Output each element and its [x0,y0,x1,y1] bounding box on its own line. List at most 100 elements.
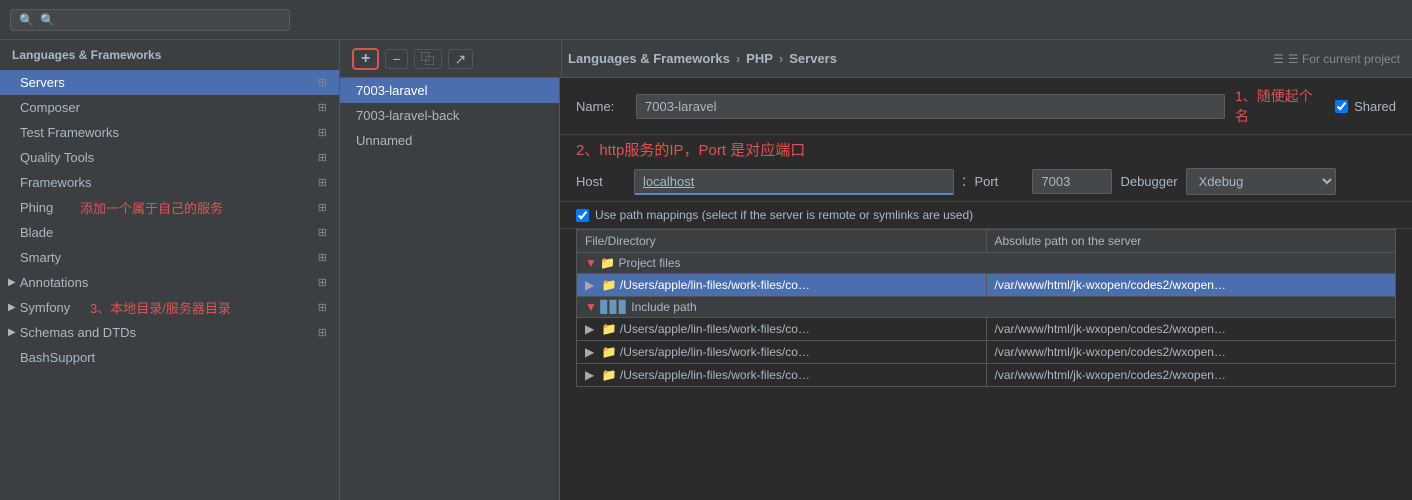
sidebar-icon-schemas: ⊞ [318,326,327,339]
folder-icon-project: 📁 [600,256,615,270]
sidebar-icon-phing: ⊞ [318,201,327,214]
sidebar-item-frameworks[interactable]: Frameworks ⊞ [0,170,339,195]
sidebar-item-quality-tools[interactable]: Quality Tools ⊞ [0,145,339,170]
play-icon: ▶ [585,278,594,292]
section-include-path[interactable]: ▼ ▊▊▊ Include path [577,297,1396,318]
host-label: Host [576,174,626,189]
play-icon-2: ▶ [585,368,594,382]
sidebar-item-label: Composer [20,100,80,115]
include-remote-0: /var/www/html/jk-wxopen/codes2/wxopen… [986,318,1396,341]
annotation-add-server: 添加一个属于自己的服务 [80,198,223,217]
path-mapping-checkbox[interactable] [576,209,589,222]
sidebar-item-label: Blade [20,225,53,240]
config-panel: Name: 1、随便起个名 Shared 2、http服务的IP，Port 是对… [560,78,1412,500]
include-remote-1: /var/www/html/jk-wxopen/codes2/wxopen… [986,341,1396,364]
sidebar-icon-frameworks: ⊞ [318,176,327,189]
sidebar-item-label: Frameworks [20,175,92,190]
host-input[interactable] [634,169,954,195]
play-icon-1: ▶ [585,345,594,359]
sidebar-item-bashsupport[interactable]: BashSupport [0,345,339,370]
section-project-files[interactable]: ▼ 📁 Project files [577,253,1396,274]
sidebar-item-label: Schemas and DTDs [20,325,136,340]
debugger-select[interactable]: Xdebug [1186,168,1336,195]
remove-server-button[interactable]: − [385,49,407,69]
main-split: Languages & Frameworks Servers ⊞ Compose… [0,40,1412,500]
sidebar-item-label: Quality Tools [20,150,94,165]
play-icon-0: ▶ [585,322,594,336]
sidebar-item-annotations[interactable]: ▶ Annotations ⊞ [0,270,339,295]
sidebar-item-label: Annotations [20,275,89,290]
server-item-7003-laravel[interactable]: 7003-laravel [340,78,559,103]
include-row-2[interactable]: ▶ 📁 /Users/apple/lin-files/work-files/co… [577,364,1396,387]
sidebar-icon-blade: ⊞ [318,226,327,239]
expand-icon-symfony: ▶ [8,302,16,313]
sidebar-icon-smarty: ⊞ [318,251,327,264]
sidebar-icon-test: ⊞ [318,126,327,139]
include-row-1[interactable]: ▶ 📁 /Users/apple/lin-files/work-files/co… [577,341,1396,364]
folder-icon-inc0: 📁 [602,322,617,336]
port-label: Port [974,174,1024,189]
server-list-panel: 7003-laravel 7003-laravel-back Unnamed [340,78,560,500]
port-input[interactable] [1032,169,1112,194]
project-files-label: Project files [619,256,681,270]
shared-label: Shared [1354,99,1396,114]
colon-separator: : [962,173,966,191]
copy-server-button[interactable]: ⿻ [414,49,442,69]
name-label: Name: [576,99,626,114]
name-input[interactable] [636,94,1225,119]
folder-icon-inc2: 📁 [602,368,617,382]
project-label: ☰ For current project [1288,52,1400,66]
server-item-unnamed[interactable]: Unnamed [340,128,559,153]
debugger-label: Debugger [1120,174,1177,189]
sidebar-item-symfony[interactable]: ▶ Symfony ⊞ 3、本地目录/服务器目录 [0,295,339,320]
expand-icon-schemas: ▶ [8,327,16,338]
sidebar-title: Languages & Frameworks [0,40,339,70]
shared-checkbox[interactable] [1335,100,1348,113]
sidebar-item-blade[interactable]: Blade ⊞ [0,220,339,245]
include-path-label: Include path [631,300,696,314]
include-local-0: ▶ 📁 /Users/apple/lin-files/work-files/co… [577,318,987,341]
expand-icon-annotations: ▶ [8,277,16,288]
expand-icon-project: ▼ [585,256,597,270]
server-list: 7003-laravel 7003-laravel-back Unnamed [340,78,559,500]
breadcrumb-part3: Servers [789,51,837,66]
col-header-path: Absolute path on the server [986,230,1396,253]
sidebar-item-composer[interactable]: Composer ⊞ [0,95,339,120]
annotation-http: 2、http服务的IP，Port 是对应端口 [576,142,805,159]
breadcrumb: Languages & Frameworks › PHP › Servers [568,51,837,66]
sidebar-item-label: BashSupport [20,350,95,365]
sidebar-item-schemas[interactable]: ▶ Schemas and DTDs ⊞ [0,320,339,345]
add-server-button[interactable]: + [352,48,379,70]
breadcrumb-sep1: › [736,51,740,66]
sidebar-item-test-frameworks[interactable]: Test Frameworks ⊞ [0,120,339,145]
folder-icon-local: 📁 [602,278,617,292]
sidebar-icon-annotations: ⊞ [318,276,327,289]
top-search-bar: 🔍 [0,0,1412,40]
include-local-1: ▶ 📁 /Users/apple/lin-files/work-files/co… [577,341,987,364]
breadcrumb-part2: PHP [746,51,773,66]
project-remote-path: /var/www/html/jk-wxopen/codes2/wxopen… [986,274,1396,297]
annotation-name: 1、随便起个名 [1235,86,1325,126]
sidebar-item-label: Test Frameworks [20,125,119,140]
left-sidebar: Languages & Frameworks Servers ⊞ Compose… [0,40,340,500]
sidebar-item-label: Smarty [20,250,61,265]
export-server-button[interactable]: ↗ [448,49,474,69]
breadcrumb-part1: Languages & Frameworks [568,51,730,66]
path-table: File/Directory Absolute path on the serv… [576,229,1396,387]
search-icon: 🔍 [19,13,34,27]
folder-icon-inc1: 📁 [602,345,617,359]
annotation-local-remote: 3、本地目录/服务器目录 [90,298,231,317]
server-item-7003-laravel-back[interactable]: 7003-laravel-back [340,103,559,128]
sidebar-icon-symfony: ⊞ [318,301,327,314]
for-current-project: ☰ ☰ For current project [1273,52,1400,66]
include-remote-2: /var/www/html/jk-wxopen/codes2/wxopen… [986,364,1396,387]
sidebar-item-phing[interactable]: Phing ⊞ 添加一个属于自己的服务 [0,195,339,220]
project-files-row[interactable]: ▶ 📁 /Users/apple/lin-files/work-files/co… [577,274,1396,297]
include-row-0[interactable]: ▶ 📁 /Users/apple/lin-files/work-files/co… [577,318,1396,341]
project-icon: ☰ [1273,52,1284,66]
sidebar-item-smarty[interactable]: Smarty ⊞ [0,245,339,270]
search-input[interactable] [40,13,281,27]
search-box[interactable]: 🔍 [10,9,290,31]
col-header-file: File/Directory [577,230,987,253]
sidebar-item-servers[interactable]: Servers ⊞ [0,70,339,95]
